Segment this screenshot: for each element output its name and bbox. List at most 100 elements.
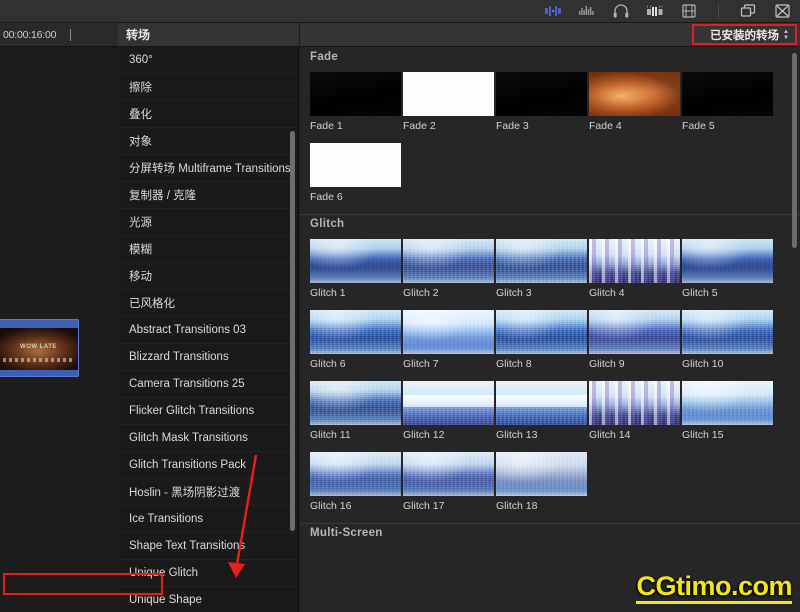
page-title: 转场: [126, 28, 151, 42]
sidebar-scrollbar[interactable]: [290, 131, 295, 531]
transition-item[interactable]: Glitch 10: [682, 310, 775, 370]
transition-item[interactable]: Fade 1: [310, 72, 403, 132]
transition-label: Glitch 6: [310, 358, 346, 370]
transition-item[interactable]: Glitch 4: [589, 239, 682, 299]
transition-item[interactable]: Glitch 5: [682, 239, 775, 299]
sidebar-item[interactable]: 叠化: [118, 101, 298, 128]
sidebar-item[interactable]: Unique Shape: [118, 587, 298, 612]
sidebar-item[interactable]: Glitch Transitions Pack: [118, 452, 298, 479]
transition-thumbnail[interactable]: [496, 381, 587, 425]
transition-thumbnail[interactable]: [403, 239, 494, 283]
transition-item[interactable]: Glitch 3: [496, 239, 589, 299]
transition-item[interactable]: Fade 4: [589, 72, 682, 132]
transitions-browser-panel: 转场 已安装的转场 ▲ ▼ 360° 擦除 叠化对象分屏转场 Multiframe T…: [118, 23, 800, 612]
sidebar-item[interactable]: 擦除: [118, 74, 298, 101]
transition-item[interactable]: Glitch 13: [496, 381, 589, 441]
sidebar-item[interactable]: Shape Text Transitions: [118, 533, 298, 560]
sidebar-item[interactable]: Ice Transitions: [118, 506, 298, 533]
transition-thumbnail[interactable]: [589, 381, 680, 425]
sidebar-item-label: Unique Glitch: [129, 567, 199, 579]
timeline-body[interactable]: WOW LATE: [0, 47, 118, 612]
transition-thumbnail[interactable]: [403, 72, 494, 116]
sidebar-item[interactable]: 移动: [118, 263, 298, 290]
transition-label: Glitch 1: [310, 287, 346, 299]
sidebar-item[interactable]: Camera Transitions 25: [118, 371, 298, 398]
transition-thumbnail[interactable]: [496, 72, 587, 116]
sidebar-item-label: Hoslin - 黑场阴影过渡: [129, 487, 241, 499]
transition-item[interactable]: Glitch 2: [403, 239, 496, 299]
transition-item[interactable]: Fade 5: [682, 72, 775, 132]
transition-thumbnail[interactable]: [589, 72, 680, 116]
sidebar-item[interactable]: 对象: [118, 128, 298, 155]
sidebar-item[interactable]: Glitch Mask Transitions: [118, 425, 298, 452]
sidebar-item[interactable]: Abstract Transitions 03: [118, 317, 298, 344]
transition-item[interactable]: Fade 3: [496, 72, 589, 132]
transitions-grid[interactable]: Fade Fade 1 Fade 2 Fade 3 Fade 4 Fade 5 Fade 6…: [300, 47, 800, 612]
sidebar-list: 360° 擦除 叠化对象分屏转场 Multiframe Transitions 复制器…: [118, 47, 298, 612]
transition-thumbnail[interactable]: [682, 381, 773, 425]
timeline-clip[interactable]: WOW LATE: [0, 319, 79, 377]
transition-thumbnail[interactable]: [310, 452, 401, 496]
transition-label: Glitch 16: [310, 500, 352, 512]
transition-item[interactable]: Glitch 9: [589, 310, 682, 370]
transition-item[interactable]: Glitch 15: [682, 381, 775, 441]
transition-thumbnail[interactable]: [310, 381, 401, 425]
transition-label: Glitch 8: [496, 358, 532, 370]
transition-item[interactable]: Glitch 18: [496, 452, 589, 512]
sidebar-item[interactable]: 复制器 / 克隆: [118, 182, 298, 209]
audio-mixer-icon[interactable]: [645, 3, 665, 19]
transition-thumbnail[interactable]: [682, 239, 773, 283]
headphones-icon[interactable]: [611, 3, 631, 19]
audio-waveform-icon[interactable]: [543, 3, 563, 19]
bowtie-icon[interactable]: [772, 3, 792, 19]
transition-item[interactable]: Fade 2: [403, 72, 496, 132]
transition-item[interactable]: Glitch 11: [310, 381, 403, 441]
grid-scrollbar[interactable]: [792, 53, 797, 248]
transition-item[interactable]: Glitch 14: [589, 381, 682, 441]
transition-thumbnail[interactable]: [310, 310, 401, 354]
sidebar-item[interactable]: Blizzard Transitions: [118, 344, 298, 371]
filmstrip-icon[interactable]: [679, 3, 699, 19]
windows-icon[interactable]: [738, 3, 758, 19]
sidebar-item[interactable]: Hoslin - 黑场阴影过渡: [118, 479, 298, 506]
transition-thumbnail[interactable]: [403, 381, 494, 425]
transition-thumbnail[interactable]: [310, 239, 401, 283]
transition-thumbnail[interactable]: [310, 72, 401, 116]
transition-thumbnail[interactable]: [403, 452, 494, 496]
sidebar-item[interactable]: 360°: [118, 47, 298, 74]
installed-transitions-dropdown[interactable]: 已安装的转场 ▲ ▼: [706, 26, 793, 44]
transition-label: Glitch 2: [403, 287, 439, 299]
transition-item[interactable]: Glitch 12: [403, 381, 496, 441]
sidebar-item[interactable]: Flicker Glitch Transitions: [118, 398, 298, 425]
timecode-bar[interactable]: 00:00:16:00: [0, 23, 118, 47]
sidebar-item[interactable]: 模糊: [118, 236, 298, 263]
sidebar-item-label: Glitch Mask Transitions: [129, 432, 248, 444]
transition-item[interactable]: Glitch 16: [310, 452, 403, 512]
header-divider: [299, 23, 300, 47]
sidebar-item[interactable]: 已风格化: [118, 290, 298, 317]
transition-thumbnail[interactable]: [682, 72, 773, 116]
transition-thumbnail[interactable]: [589, 310, 680, 354]
transition-item[interactable]: Glitch 1: [310, 239, 403, 299]
section-grid: Fade 1 Fade 2 Fade 3 Fade 4 Fade 5 Fade 6: [300, 66, 800, 214]
transition-item[interactable]: Glitch 6: [310, 310, 403, 370]
transition-thumbnail[interactable]: [496, 310, 587, 354]
transition-thumbnail[interactable]: [403, 310, 494, 354]
transition-item[interactable]: Glitch 7: [403, 310, 496, 370]
sidebar-item[interactable]: 光源: [118, 209, 298, 236]
sidebar-item-label: 对象: [129, 136, 152, 148]
transition-item[interactable]: Glitch 17: [403, 452, 496, 512]
transition-thumbnail[interactable]: [589, 239, 680, 283]
sidebar-item[interactable]: Unique Glitch: [118, 560, 298, 587]
transition-label: Fade 5: [682, 120, 715, 132]
sidebar-item[interactable]: 分屏转场 Multiframe Transitions: [118, 155, 298, 182]
transition-item[interactable]: Glitch 8: [496, 310, 589, 370]
transition-label: Glitch 13: [496, 429, 538, 441]
transition-item[interactable]: Fade 6: [310, 143, 403, 203]
transition-thumbnail[interactable]: [682, 310, 773, 354]
audio-meter-icon[interactable]: [577, 3, 597, 19]
transition-thumbnail[interactable]: [496, 452, 587, 496]
transition-thumbnail[interactable]: [310, 143, 401, 187]
category-sidebar[interactable]: 360° 擦除 叠化对象分屏转场 Multiframe Transitions 复制器…: [118, 47, 299, 612]
transition-thumbnail[interactable]: [496, 239, 587, 283]
